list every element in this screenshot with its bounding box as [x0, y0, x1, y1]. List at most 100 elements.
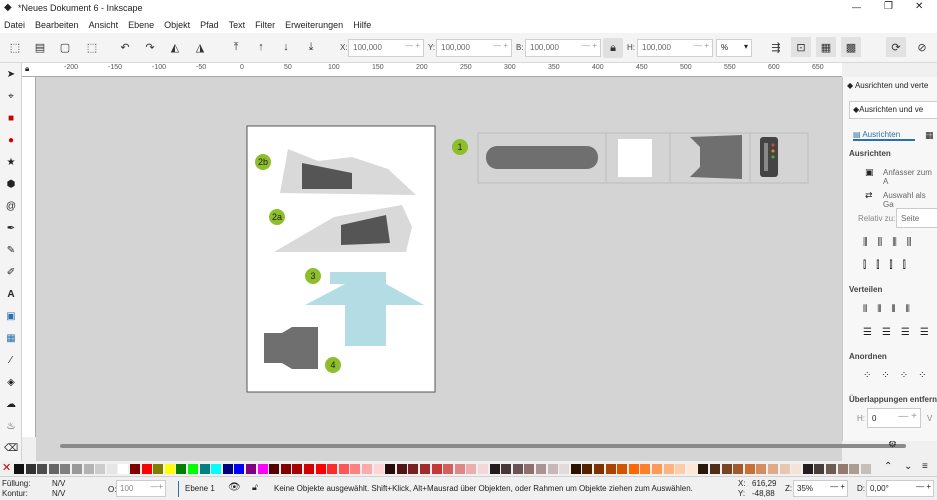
color-swatch[interactable]	[118, 464, 129, 474]
menu-hilfe[interactable]: Hilfe	[353, 20, 371, 30]
color-swatch[interactable]	[756, 464, 767, 474]
ellipse-tool-icon[interactable]: ●	[4, 133, 18, 147]
color-swatch[interactable]	[675, 464, 686, 474]
color-swatch[interactable]	[431, 464, 442, 474]
color-swatch[interactable]	[292, 464, 303, 474]
color-swatch[interactable]	[733, 464, 744, 474]
align-subtab[interactable]: ▤ Ausrichten	[853, 130, 915, 141]
select-all-icon[interactable]: ⬚	[5, 37, 25, 57]
color-swatch[interactable]	[95, 464, 106, 474]
color-swatch[interactable]	[420, 464, 430, 474]
color-swatch[interactable]	[686, 464, 697, 474]
color-swatch[interactable]	[83, 464, 94, 474]
color-swatch[interactable]	[663, 464, 674, 474]
color-swatch[interactable]	[721, 464, 732, 474]
color-swatch[interactable]	[744, 464, 755, 474]
scale-stroke-icon[interactable]: ⇶	[766, 37, 786, 57]
device-object[interactable]	[760, 137, 778, 177]
spiral-tool-icon[interactable]: @	[4, 199, 18, 213]
menu-ansicht[interactable]: Ansicht	[89, 20, 119, 30]
paint-bucket-tool-icon[interactable]: ◈	[4, 375, 18, 389]
arrange-buttons-row[interactable]: ⁘⁘⁘⁘	[863, 370, 937, 381]
transform-gradient-icon[interactable]: ▦	[816, 37, 836, 57]
close-button[interactable]: ✕	[915, 1, 923, 12]
color-swatch[interactable]	[547, 464, 558, 474]
calligraphy-tool-icon[interactable]: ✐	[4, 265, 18, 279]
color-swatch[interactable]	[153, 464, 164, 474]
lock-icon[interactable]: 🔒︎	[603, 38, 623, 58]
menu-text[interactable]: Text	[229, 20, 246, 30]
color-swatch[interactable]	[536, 464, 546, 474]
color-swatch[interactable]	[860, 464, 871, 474]
color-swatch[interactable]	[362, 464, 372, 474]
color-swatch[interactable]	[582, 464, 593, 474]
deselect-icon[interactable]: ▢	[55, 37, 75, 57]
lower-to-bottom-icon[interactable]: ⤓	[301, 37, 321, 57]
select-same-icon[interactable]: ⬚	[82, 37, 102, 57]
color-swatch[interactable]	[188, 464, 198, 474]
rotation-input[interactable]: 0,00° — +	[866, 480, 934, 497]
panel-tab[interactable]: ◆Ausrichten und ve	[849, 101, 937, 119]
color-swatch[interactable]	[605, 464, 616, 474]
distribute-buttons-row2[interactable]: ☰☰☰☰	[863, 327, 937, 338]
color-swatch[interactable]	[791, 464, 802, 474]
color-swatch[interactable]	[710, 464, 720, 474]
flip-vertical-icon[interactable]: ◮	[190, 37, 210, 57]
color-swatch[interactable]	[280, 464, 291, 474]
color-swatch[interactable]	[14, 464, 24, 474]
y-input[interactable]: 100,000— +	[436, 39, 512, 57]
grid-subtab-icon[interactable]: ▦	[925, 130, 934, 141]
color-swatch[interactable]	[640, 464, 651, 474]
eraser-tool-icon[interactable]: ⌫	[4, 441, 18, 455]
star-tool-icon[interactable]: ★	[4, 155, 18, 169]
scrollbar-thumb[interactable]	[60, 444, 906, 448]
color-swatch[interactable]	[594, 464, 604, 474]
color-swatch[interactable]	[768, 464, 778, 474]
fill-value[interactable]: N/V	[52, 479, 65, 488]
color-swatch[interactable]	[524, 464, 535, 474]
scale-corners-icon[interactable]: ⊡	[791, 37, 811, 57]
menu-datei[interactable]: Datei	[4, 20, 25, 30]
color-swatch[interactable]	[814, 464, 825, 474]
horizontal-scrollbar[interactable]: ⚙	[36, 437, 906, 461]
select-all-layers-icon[interactable]: ▤	[30, 37, 50, 57]
menu-ebene[interactable]: Ebene	[128, 20, 154, 30]
color-swatch[interactable]	[826, 464, 836, 474]
color-swatch[interactable]	[489, 464, 500, 474]
snap-toggle-icon[interactable]: ⟳	[886, 37, 906, 57]
gradient-tool-icon[interactable]: ▣	[4, 309, 18, 323]
color-swatch[interactable]	[617, 464, 628, 474]
layer-select[interactable]: Ebene 1	[185, 484, 215, 493]
color-swatch[interactable]	[141, 464, 152, 474]
3d-box-tool-icon[interactable]: ⬢	[4, 177, 18, 191]
align-buttons-row2[interactable]: ⫿⫿⫿⫿	[863, 260, 916, 271]
opacity-input[interactable]: 100 —+	[116, 480, 166, 497]
color-swatch[interactable]	[373, 464, 384, 474]
pen-tool-icon[interactable]: ✒	[4, 221, 18, 235]
color-swatch[interactable]	[60, 464, 71, 474]
node-tool-icon[interactable]: ⌖	[4, 89, 18, 103]
height-input[interactable]: 100,000— +	[637, 39, 713, 57]
color-swatch[interactable]	[269, 464, 280, 474]
canvas[interactable]: 2b 2a 3 4 1	[36, 77, 842, 437]
x-input[interactable]: 100,000— +	[348, 39, 424, 57]
color-swatch[interactable]	[779, 464, 790, 474]
rectangle-tool-icon[interactable]: ■	[4, 111, 18, 125]
color-swatch[interactable]	[222, 464, 233, 474]
shape-4[interactable]	[264, 327, 318, 369]
color-swatch[interactable]	[408, 464, 419, 474]
menu-erweiterungen[interactable]: Erweiterungen	[285, 20, 343, 30]
menu-pfad[interactable]: Pfad	[200, 20, 219, 30]
color-swatch[interactable]	[327, 464, 338, 474]
spray-tool-icon[interactable]: ♨	[4, 419, 18, 433]
color-swatch[interactable]	[396, 464, 407, 474]
color-swatch[interactable]	[199, 464, 210, 474]
color-swatch[interactable]	[559, 464, 570, 474]
mesh-tool-icon[interactable]: ▦	[4, 331, 18, 345]
color-swatch[interactable]	[72, 464, 82, 474]
zoom-input[interactable]: 35% — +	[793, 480, 848, 497]
color-swatch[interactable]	[257, 464, 268, 474]
palette-menu-icon[interactable]: ≡	[922, 461, 928, 472]
color-swatch[interactable]	[304, 464, 314, 474]
tweak-tool-icon[interactable]: ☁	[4, 397, 18, 411]
